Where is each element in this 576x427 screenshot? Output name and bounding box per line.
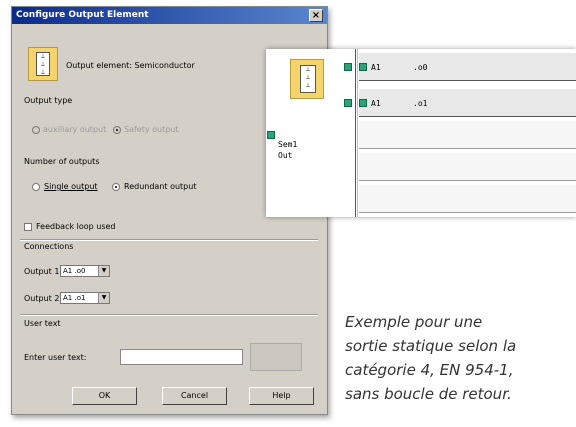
auxiliary-output-label: auxiliary output: [43, 125, 107, 134]
help-button[interactable]: Help: [249, 387, 314, 405]
pin-icon: [359, 99, 367, 107]
schematic-panel: ⊥ ⊥ ⊥ Sem1 Out A1 .o0 A1 .o1: [266, 49, 576, 217]
element-icon[interactable]: ⊥ ⊥ ⊥: [290, 59, 324, 99]
output2-label: Output 2:: [24, 294, 63, 303]
number-outputs-label: Number of outputs: [24, 157, 100, 166]
output-type-label: Output type: [24, 96, 73, 105]
block-label-line1: Sem1: [278, 140, 298, 149]
user-text-divider: [20, 314, 318, 316]
output-row[interactable]: A1 .o1: [359, 89, 576, 117]
output2-select[interactable]: A1 .o1 ▼: [60, 292, 110, 304]
bus-line-secondary: [357, 49, 358, 217]
row-pin: .o1: [413, 99, 428, 108]
redundant-output-label: Redundant output: [124, 182, 197, 191]
user-text-label: User text: [24, 319, 61, 328]
row-module: A1: [371, 99, 381, 108]
output-element-label: Output element: Semiconductor: [66, 61, 195, 70]
ok-button[interactable]: OK: [72, 387, 137, 405]
caption: Exemple pour une sortie statique selon l…: [345, 310, 575, 406]
single-output-radio[interactable]: [32, 183, 40, 191]
auxiliary-output-radio[interactable]: [32, 126, 40, 134]
enter-user-text-label: Enter user text:: [24, 353, 87, 362]
safety-output-label: Safety output: [124, 125, 179, 134]
output2-value: A1 .o1: [63, 294, 86, 302]
close-button[interactable]: ×: [309, 9, 323, 22]
feedback-loop-label: Feedback loop used: [36, 222, 116, 231]
dropdown-arrow-icon: ▼: [98, 293, 109, 303]
block-area: ⊥ ⊥ ⊥ Sem1 Out: [266, 49, 354, 217]
connections-divider: [20, 239, 318, 241]
empty-row[interactable]: [359, 153, 576, 181]
pin-icon[interactable]: [344, 63, 352, 71]
cancel-button[interactable]: Cancel: [162, 387, 227, 405]
bus-line: [355, 49, 356, 217]
empty-row[interactable]: [359, 121, 576, 149]
output-row[interactable]: A1 .o0: [359, 53, 576, 81]
caption-line: catégorie 4, EN 954-1,: [345, 361, 514, 379]
pin-icon[interactable]: [344, 99, 352, 107]
close-icon: ×: [311, 10, 321, 21]
output1-value: A1 .o0: [63, 267, 86, 275]
dialog-title: Configure Output Element: [16, 10, 149, 20]
redundant-output-radio[interactable]: [112, 183, 120, 191]
single-output-label: Single output: [44, 182, 98, 191]
caption-line: Exemple pour une: [345, 313, 483, 331]
user-text-preview: [250, 343, 302, 371]
empty-row[interactable]: [359, 185, 576, 213]
dialog-titlebar: Configure Output Element ×: [12, 7, 327, 24]
pin-icon: [359, 63, 367, 71]
row-module: A1: [371, 63, 381, 72]
element-icon: ⊥ ⊥ ⊥: [28, 47, 58, 81]
dropdown-arrow-icon: ▼: [98, 266, 109, 276]
user-text-input[interactable]: [120, 349, 243, 365]
feedback-loop-checkbox[interactable]: [24, 223, 32, 231]
output1-select[interactable]: A1 .o0 ▼: [60, 265, 110, 277]
caption-line: sortie statique selon la: [345, 337, 517, 355]
connections-label: Connections: [24, 242, 74, 251]
block-label-line2: Out: [278, 151, 293, 160]
row-pin: .o0: [413, 63, 428, 72]
pin-icon[interactable]: [267, 131, 275, 139]
caption-line: sans boucle de retour.: [345, 385, 512, 403]
safety-output-radio[interactable]: [113, 126, 121, 134]
output1-label: Output 1:: [24, 267, 63, 276]
